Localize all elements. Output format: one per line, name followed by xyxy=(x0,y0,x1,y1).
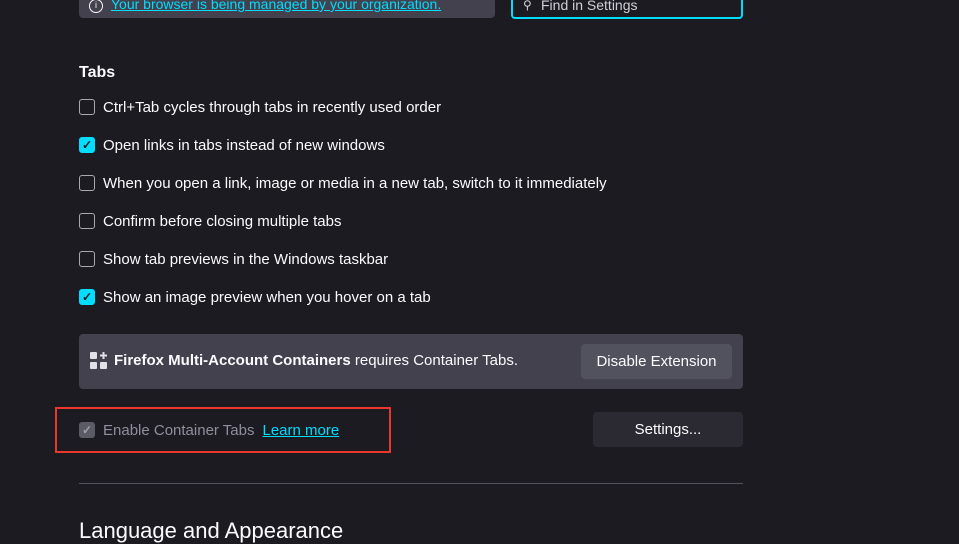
extension-icon xyxy=(90,352,107,369)
option-label: Open links in tabs instead of new window… xyxy=(103,136,385,154)
checkbox[interactable] xyxy=(79,99,95,115)
option-label: Show an image preview when you hover on … xyxy=(103,288,431,306)
option-confirm-close[interactable]: Confirm before closing multiple tabs xyxy=(79,211,341,231)
option-enable-container-tabs: ✓ Enable Container Tabs Learn more xyxy=(79,420,339,440)
extension-name: Firefox Multi-Account Containers xyxy=(114,352,351,369)
option-taskbar-previews[interactable]: Show tab previews in the Windows taskbar xyxy=(79,249,388,269)
option-hover-preview[interactable]: ✓ Show an image preview when you hover on… xyxy=(79,287,431,307)
learn-more-link[interactable]: Learn more xyxy=(263,422,340,439)
option-label: Ctrl+Tab cycles through tabs in recently… xyxy=(103,98,442,116)
extension-notice: Firefox Multi-Account Containers require… xyxy=(79,334,743,389)
checkbox[interactable] xyxy=(79,213,95,229)
option-switch-to-new-tab[interactable]: When you open a link, image or media in … xyxy=(79,173,607,193)
option-label: When you open a link, image or media in … xyxy=(103,174,607,192)
option-label: Enable Container Tabs xyxy=(103,421,255,439)
managed-notice: i Your browser is being managed by your … xyxy=(79,0,495,18)
option-open-links-in-tabs[interactable]: ✓ Open links in tabs instead of new windo… xyxy=(79,135,385,155)
section-divider xyxy=(79,483,743,484)
option-label: Confirm before closing multiple tabs xyxy=(103,212,342,230)
checkbox[interactable] xyxy=(79,251,95,267)
checkbox-checked[interactable]: ✓ xyxy=(79,289,95,305)
search-icon: ⚲ xyxy=(523,0,532,12)
option-label: Show tab previews in the Windows taskbar xyxy=(103,250,389,268)
checkbox-checked[interactable]: ✓ xyxy=(79,137,95,153)
checkbox-disabled: ✓ xyxy=(79,422,95,438)
tabs-heading: Tabs xyxy=(79,64,116,81)
managed-link[interactable]: Your browser is being managed by your or… xyxy=(111,0,441,12)
search-placeholder: Find in Settings xyxy=(541,0,638,13)
option-ctrl-tab[interactable]: Ctrl+Tab cycles through tabs in recently… xyxy=(79,97,441,117)
info-icon: i xyxy=(89,0,103,13)
disable-extension-button[interactable]: Disable Extension xyxy=(581,344,732,379)
search-input[interactable]: ⚲ Find in Settings xyxy=(511,0,743,19)
container-settings-button[interactable]: Settings... xyxy=(593,412,743,447)
extension-message: requires Container Tabs. xyxy=(350,352,519,369)
language-appearance-heading: Language and Appearance xyxy=(79,518,344,543)
checkbox[interactable] xyxy=(79,175,95,191)
